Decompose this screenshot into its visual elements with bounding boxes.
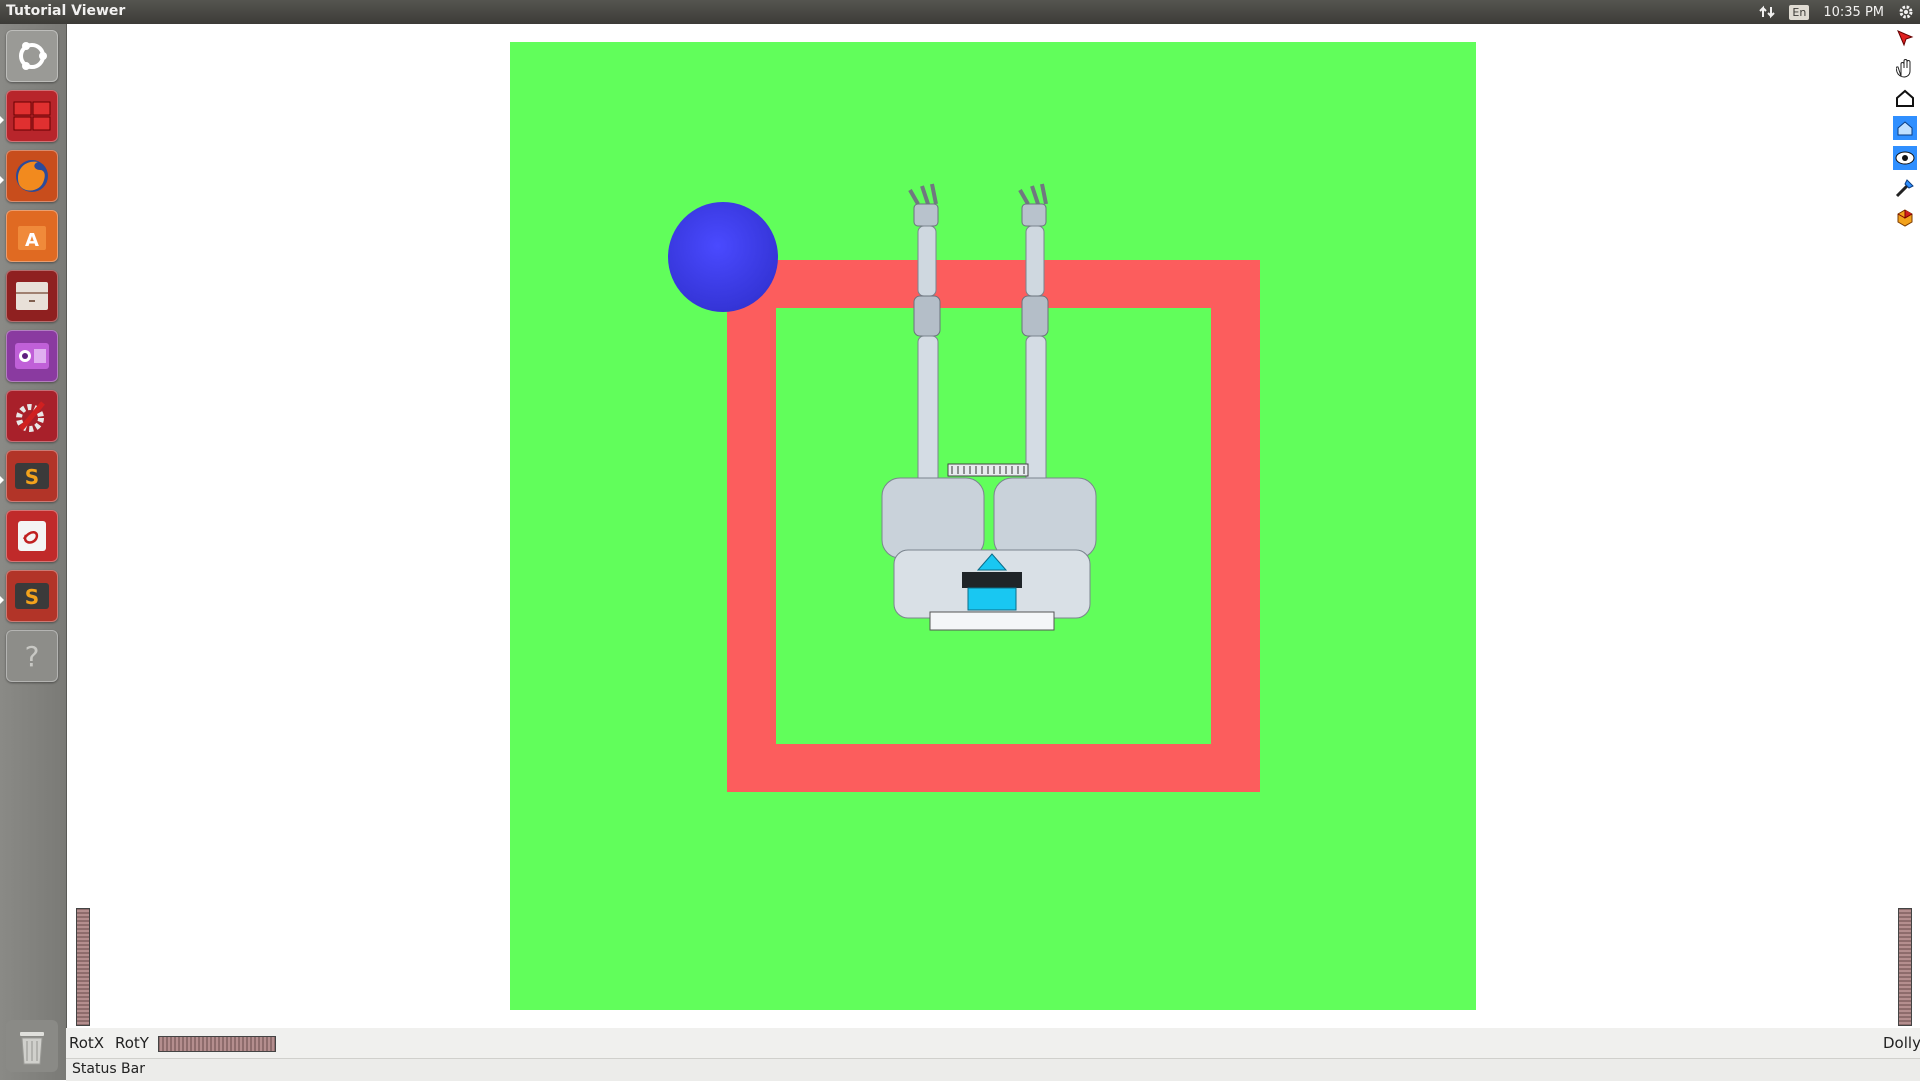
workspace-icon <box>13 101 51 131</box>
sublime-text-button[interactable]: S <box>6 450 58 502</box>
text-editor-icon <box>18 521 46 551</box>
sublime-text-icon: S <box>15 463 49 489</box>
seek-icon[interactable] <box>1893 176 1917 200</box>
help-button[interactable]: ? <box>6 630 58 682</box>
rotx-wheel[interactable] <box>76 908 90 1026</box>
roty-label: RotY <box>115 1034 149 1052</box>
svg-text:S: S <box>25 465 39 489</box>
software-center-button[interactable]: A <box>6 210 58 262</box>
top-panel: Tutorial Viewer En 10:35 PM <box>0 0 1920 24</box>
camera-app-button[interactable] <box>6 330 58 382</box>
status-bar <box>66 1058 1920 1081</box>
ubuntu-logo-icon <box>19 42 47 70</box>
running-indicator <box>0 476 4 484</box>
trash-icon <box>20 1032 44 1065</box>
window-title: Tutorial Viewer <box>6 3 126 19</box>
sublime-text-icon: S <box>15 583 49 609</box>
question-mark-icon: ? <box>25 640 40 673</box>
running-indicator <box>0 596 4 604</box>
settings-tools-icon <box>16 401 45 432</box>
dolly-wheel[interactable] <box>1898 908 1912 1026</box>
clock[interactable]: 10:35 PM <box>1823 5 1884 20</box>
files-button[interactable] <box>6 270 58 322</box>
system-tray: En 10:35 PM <box>1759 0 1914 24</box>
status-text: Status Bar <box>72 1061 146 1077</box>
dash-button[interactable] <box>6 30 58 82</box>
roty-wheel[interactable] <box>158 1036 276 1052</box>
home-icon[interactable] <box>1893 86 1917 110</box>
select-arrow-icon[interactable] <box>1893 26 1917 50</box>
dual-arm-robot <box>881 183 1097 631</box>
webcam-icon <box>15 343 49 369</box>
network-icon[interactable] <box>1759 4 1776 20</box>
firefox-icon <box>16 160 48 192</box>
viewer-bottom-bar <box>66 1028 1920 1058</box>
launcher: A S S ? <box>0 24 67 1080</box>
running-indicator <box>0 116 4 124</box>
right-robot-arm <box>1018 183 1049 487</box>
hand-icon[interactable] <box>1893 56 1917 80</box>
workspace-switcher-button[interactable] <box>6 90 58 142</box>
firefox-button[interactable] <box>6 150 58 202</box>
trash-button[interactable] <box>6 1020 58 1072</box>
gear-icon[interactable] <box>1898 4 1914 20</box>
svg-text:S: S <box>25 585 39 609</box>
blue-sphere <box>668 202 778 312</box>
view-all-icon[interactable] <box>1893 146 1917 170</box>
text-editor-button[interactable] <box>6 510 58 562</box>
dolly-label: Dolly <box>1883 1034 1920 1052</box>
svg-text:A: A <box>25 230 39 251</box>
set-home-icon[interactable] <box>1893 116 1917 140</box>
sublime-text-button-2[interactable]: S <box>6 570 58 622</box>
running-indicator <box>0 176 4 184</box>
left-robot-arm <box>908 183 941 487</box>
rotx-label: RotX <box>69 1034 105 1052</box>
system-settings-button[interactable] <box>6 390 58 442</box>
svg-text:?: ? <box>25 640 40 673</box>
projection-icon[interactable] <box>1893 206 1917 230</box>
software-center-icon: A <box>18 226 46 251</box>
file-cabinet-icon <box>16 282 48 310</box>
keyboard-layout-indicator[interactable]: En <box>1789 4 1810 20</box>
